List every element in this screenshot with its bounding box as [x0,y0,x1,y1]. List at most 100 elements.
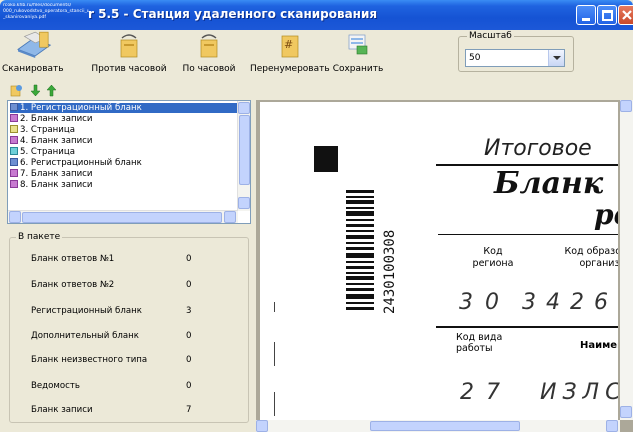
list-item[interactable]: 1. Регистрационный бланк [10,103,238,113]
scanned-page: 2430100308 Итоговое Бланк ре Код региона… [260,102,618,420]
zoom-select[interactable]: 50 [465,49,565,67]
list-item-label: 8. Бланк записи [20,180,93,190]
list-item[interactable]: 6. Регистрационный бланк [10,158,238,168]
page-icon [10,114,18,122]
save-label: Сохранить [332,64,384,74]
list-item-label: 3. Страница [20,125,75,135]
packet-row-label: Регистрационный бланк [31,306,142,316]
scanner-icon [17,31,52,58]
preview-horizontal-scrollbar[interactable] [256,420,620,432]
rotate-cw-button[interactable]: По часовой [178,30,240,80]
save-icon [348,34,368,55]
list-item[interactable]: 8. Бланк записи [10,180,238,190]
form-heading-2: Бланк [494,166,604,201]
list-item-label: 6. Регистрационный бланк [20,158,142,168]
org-label: Код образоват организаци [564,246,619,269]
list-horizontal-scrollbar[interactable] [8,210,238,223]
list-item[interactable]: 4. Бланк записи [10,136,238,146]
page-icon [10,158,18,166]
list-item[interactable]: 3. Страница [10,125,238,135]
page-list: 1. Регистрационный бланк 2. Бланк записи… [7,100,251,224]
org-value: 3426 [522,290,618,315]
name-value: ИЗЛС [540,380,618,405]
packet-row-value: 7 [186,405,192,415]
chevron-down-icon[interactable] [548,50,564,66]
list-item-label: 4. Бланк записи [20,136,93,146]
packet-row-label: Дополнительный бланк [31,331,139,341]
list-vertical-scrollbar[interactable] [237,101,250,211]
scroll-thumb[interactable] [22,212,222,223]
scroll-right-icon[interactable] [606,420,618,432]
margin-mark [274,342,275,366]
rotate-cw-icon [200,34,218,58]
scroll-down-icon[interactable] [238,197,250,209]
list-item[interactable]: 2. Бланк записи [10,114,238,124]
preview-vertical-scrollbar[interactable] [620,100,633,420]
refresh-icon[interactable] [10,84,23,97]
zoom-legend: Масштаб [467,31,514,41]
packet-row-value: 0 [186,355,192,365]
packet-row-value: 3 [186,306,192,316]
arrow-up-icon[interactable] [45,84,58,97]
page-icon [10,136,18,144]
page-icon [10,180,18,188]
title-bar: rcoko.khb.ru/files/documents/ 000_rukovo… [0,0,633,30]
url-line-3: _skanirovaniya.pdf [3,15,47,20]
list-item-label: 1. Регистрационный бланк [20,103,142,113]
svg-text:#: # [284,38,293,51]
packet-row-label: Бланк неизвестного типа [31,355,148,365]
rotate-ccw-button[interactable]: Против часовой [90,30,168,80]
page-icon [10,103,18,111]
section-rule [438,234,618,235]
work-type-label: Код вида работы [456,332,503,354]
scroll-up-icon[interactable] [620,100,632,112]
region-value: 30 [459,290,511,315]
rotate-ccw-icon [120,34,138,58]
packet-legend: В пакете [16,232,63,242]
form-heading-3: ре [594,198,618,231]
renumber-label: Перенумеровать [250,64,330,74]
close-icon [622,10,632,20]
renumber-button[interactable]: # Перенумеровать [250,30,330,80]
scroll-up-icon[interactable] [238,102,250,114]
list-item-label: 2. Бланк записи [20,114,93,124]
list-item-label: 7. Бланк записи [20,169,93,179]
maximize-button[interactable] [597,5,617,25]
minimize-icon [582,18,590,21]
packet-row-value: 0 [186,381,192,391]
scroll-right-icon[interactable] [224,211,236,223]
list-item[interactable]: 5. Страница [10,147,238,157]
scroll-left-icon[interactable] [9,211,21,223]
list-toolbar [0,84,250,98]
form-heading-1: Итоговое [484,136,592,161]
scan-label: Сканировать [2,64,64,74]
minimize-button[interactable] [576,5,596,25]
packet-row-value: 0 [186,254,192,264]
packet-row-value: 0 [186,280,192,290]
list-item-label: 5. Страница [20,147,75,157]
work-type-value: 27 [460,380,512,405]
registration-mark [314,146,338,172]
page-icon [10,169,18,177]
scroll-thumb[interactable] [239,115,250,185]
margin-mark [274,392,275,416]
arrow-down-icon[interactable] [29,84,42,97]
rotate-ccw-label: Против часовой [91,64,167,74]
scroll-left-icon[interactable] [256,420,268,432]
zoom-value: 50 [469,53,481,63]
packet-row-label: Ведомость [31,381,80,391]
maximize-icon [602,10,613,21]
list-item[interactable]: 7. Бланк записи [10,169,238,179]
scan-preview: 2430100308 Итоговое Бланк ре Код региона… [256,100,633,432]
barcode: 2430100308 [346,190,398,314]
scan-button[interactable]: Сканировать [2,30,64,80]
close-button[interactable] [618,5,633,25]
window-title: r 5.5 - Станция удаленного сканирования [88,7,378,21]
scroll-thumb[interactable] [370,421,520,431]
save-button[interactable]: Сохранить [328,30,388,80]
margin-mark [274,302,275,312]
scroll-down-icon[interactable] [620,406,632,418]
renumber-icon: # [281,35,299,58]
rotate-cw-label: По часовой [182,64,236,74]
barcode-number: 2430100308 [382,230,398,314]
